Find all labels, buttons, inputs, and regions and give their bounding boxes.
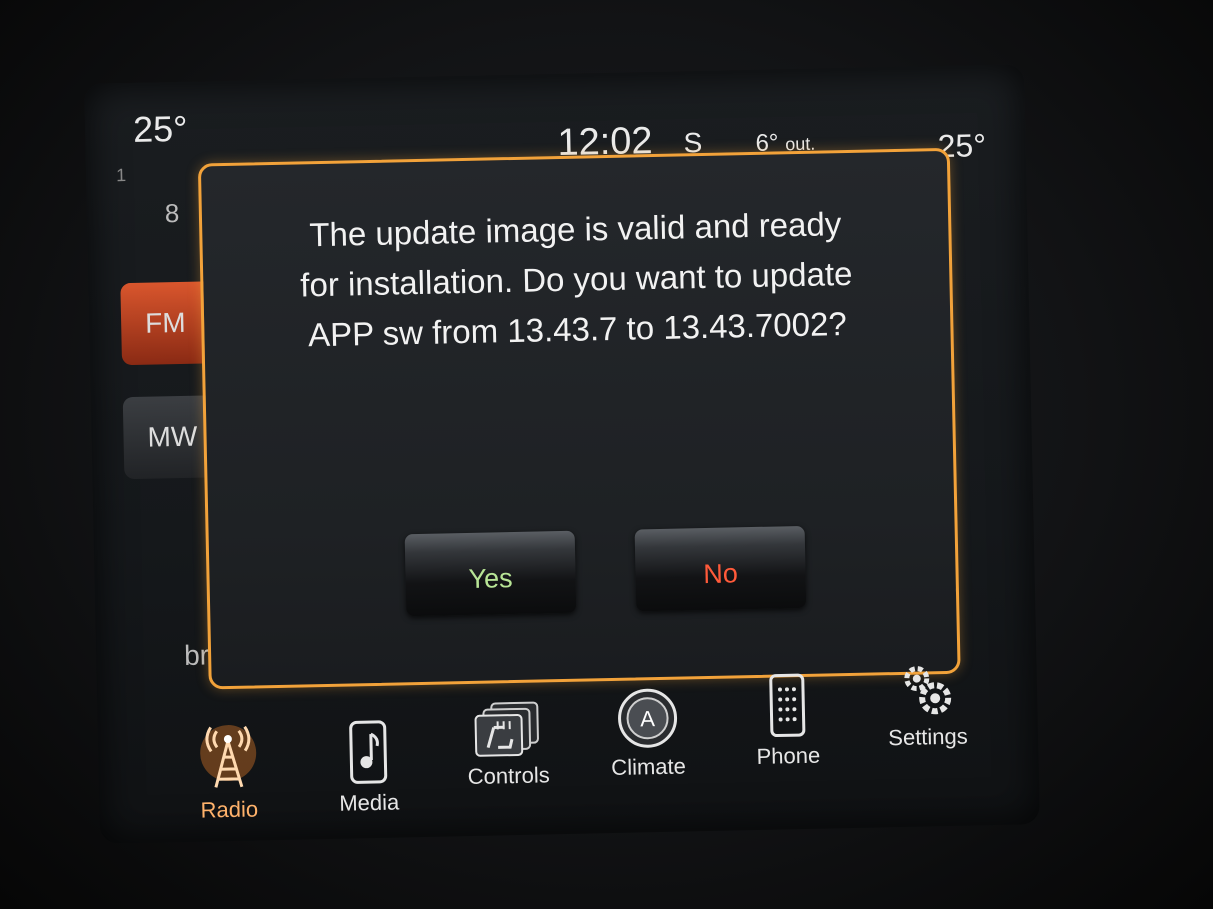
nav-phone-label: Phone <box>756 742 821 769</box>
nav-media[interactable]: Media <box>308 717 430 817</box>
infotainment-screen: 25° 1 8 12:02 S 6° out. 25° FM MW br o T… <box>84 64 1040 844</box>
nav-radio-label: Radio <box>200 796 259 823</box>
bottom-nav-bar: Radio Media Controls A Climate Phone Set… <box>167 666 990 836</box>
update-confirm-dialog: The update image is valid and ready for … <box>197 147 961 690</box>
nav-radio[interactable]: Radio <box>168 722 290 824</box>
driver-temperature[interactable]: 25° <box>133 108 188 151</box>
nav-controls-label: Controls <box>467 762 550 790</box>
fm-label: FM <box>144 306 186 339</box>
browse-button-partial[interactable]: br <box>184 639 210 672</box>
media-player-icon <box>349 720 388 784</box>
nav-climate[interactable]: A Climate <box>587 685 709 781</box>
fan-level: 1 <box>115 165 127 186</box>
phone-keypad-icon <box>769 673 806 738</box>
seat-controls-icon <box>474 701 539 757</box>
nav-settings-label: Settings <box>888 723 969 751</box>
no-button[interactable]: No <box>634 525 807 612</box>
nav-media-label: Media <box>339 789 400 816</box>
gears-icon <box>904 666 952 715</box>
station-frequency-partial: 8 <box>164 197 180 229</box>
svg-text:A: A <box>640 706 656 731</box>
no-label: No <box>702 558 739 590</box>
update-message: The update image is valid and ready for … <box>299 205 853 354</box>
radio-tower-icon <box>200 725 257 788</box>
nav-controls[interactable]: Controls <box>447 698 569 790</box>
climate-auto-icon: A <box>618 688 678 748</box>
nav-climate-label: Climate <box>611 753 687 781</box>
nav-settings[interactable]: Settings <box>866 659 988 751</box>
yes-button[interactable]: Yes <box>404 530 577 617</box>
nav-phone[interactable]: Phone <box>727 672 849 770</box>
yes-label: Yes <box>468 563 513 594</box>
mw-label: MW <box>147 420 198 453</box>
